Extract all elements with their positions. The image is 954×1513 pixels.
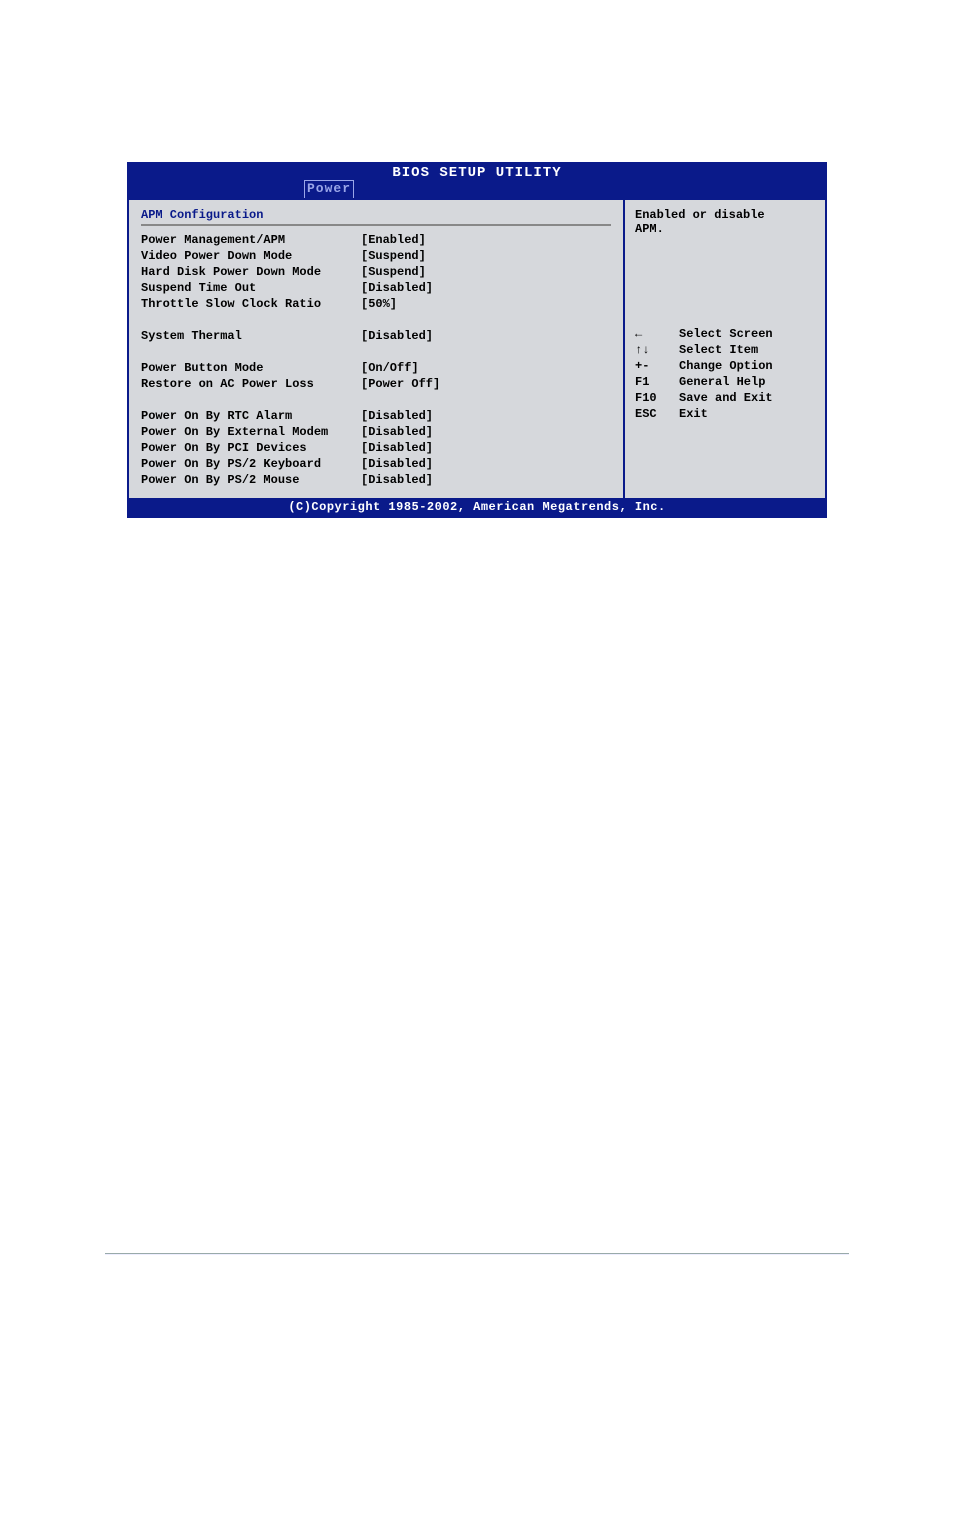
setting-label: Restore on AC Power Loss [141, 376, 361, 392]
setting-label: Power On By External Modem [141, 424, 361, 440]
setting-row[interactable]: Power On By RTC Alarm [Disabled] [141, 408, 611, 424]
bios-body: APM Configuration Power Management/APM [… [129, 198, 825, 498]
nav-row: ← Select Screen [635, 326, 815, 342]
nav-key: F1 [635, 374, 679, 390]
nav-desc: Change Option [679, 358, 773, 374]
setting-row[interactable]: Power On By PS/2 Keyboard [Disabled] [141, 456, 611, 472]
nav-row: F10 Save and Exit [635, 390, 815, 406]
help-text: Enabled or disable APM. [635, 208, 815, 236]
arrow-updown-icon: ↑↓ [635, 342, 679, 358]
setting-row[interactable]: Power On By PS/2 Mouse [Disabled] [141, 472, 611, 488]
setting-label: Hard Disk Power Down Mode [141, 264, 361, 280]
setting-row[interactable]: Suspend Time Out [Disabled] [141, 280, 611, 296]
tab-power[interactable]: Power [304, 180, 354, 198]
nav-desc: Save and Exit [679, 390, 773, 406]
setting-value[interactable]: [50%] [361, 296, 397, 312]
nav-row: ESC Exit [635, 406, 815, 422]
help-panel: Enabled or disable APM. ← Select Screen … [625, 200, 825, 498]
help-line: Enabled or disable [635, 208, 815, 222]
settings-panel: APM Configuration Power Management/APM [… [129, 200, 625, 498]
setting-row[interactable]: Throttle Slow Clock Ratio [50%] [141, 296, 611, 312]
setting-value[interactable]: [Enabled] [361, 232, 426, 248]
section-header: APM Configuration [141, 208, 611, 226]
setting-label: Power On By RTC Alarm [141, 408, 361, 424]
nav-row: ↑↓ Select Item [635, 342, 815, 358]
setting-value[interactable]: [Disabled] [361, 456, 433, 472]
setting-value[interactable]: [Disabled] [361, 472, 433, 488]
setting-row[interactable]: Power Button Mode [On/Off] [141, 360, 611, 376]
nav-key: F10 [635, 390, 679, 406]
bios-title: BIOS SETUP UTILITY [392, 165, 561, 181]
nav-desc: Select Screen [679, 326, 773, 342]
setting-value[interactable]: [Power Off] [361, 376, 440, 392]
setting-label: Power On By PS/2 Keyboard [141, 456, 361, 472]
nav-desc: General Help [679, 374, 765, 390]
group-gap [141, 392, 611, 408]
setting-value[interactable]: [Disabled] [361, 280, 433, 296]
arrow-left-icon: ← [635, 326, 679, 342]
setting-label: Throttle Slow Clock Ratio [141, 296, 361, 312]
group-gap [141, 344, 611, 360]
setting-row[interactable]: Video Power Down Mode [Suspend] [141, 248, 611, 264]
copyright-footer: (C)Copyright 1985-2002, American Megatre… [129, 498, 825, 516]
setting-row[interactable]: Power On By External Modem [Disabled] [141, 424, 611, 440]
title-bar: BIOS SETUP UTILITY Power [129, 164, 825, 198]
setting-label: Suspend Time Out [141, 280, 361, 296]
group-gap [141, 312, 611, 328]
setting-row[interactable]: Power On By PCI Devices [Disabled] [141, 440, 611, 456]
setting-value[interactable]: [Disabled] [361, 424, 433, 440]
setting-row[interactable]: System Thermal [Disabled] [141, 328, 611, 344]
setting-value[interactable]: [On/Off] [361, 360, 419, 376]
bios-outer-frame: BIOS SETUP UTILITY Power APM Configurati… [127, 162, 827, 518]
setting-label: Power On By PCI Devices [141, 440, 361, 456]
nav-row: F1 General Help [635, 374, 815, 390]
nav-row: +- Change Option [635, 358, 815, 374]
setting-label: System Thermal [141, 328, 361, 344]
bios-window: BIOS SETUP UTILITY Power APM Configurati… [127, 162, 827, 518]
setting-label: Power Button Mode [141, 360, 361, 376]
nav-desc: Select Item [679, 342, 758, 358]
page-divider [105, 1253, 849, 1255]
setting-value[interactable]: [Suspend] [361, 248, 426, 264]
setting-label: Video Power Down Mode [141, 248, 361, 264]
nav-desc: Exit [679, 406, 708, 422]
nav-key: +- [635, 358, 679, 374]
setting-value[interactable]: [Disabled] [361, 408, 433, 424]
setting-value[interactable]: [Disabled] [361, 328, 433, 344]
setting-value[interactable]: [Disabled] [361, 440, 433, 456]
setting-label: Power On By PS/2 Mouse [141, 472, 361, 488]
setting-row[interactable]: Hard Disk Power Down Mode [Suspend] [141, 264, 611, 280]
setting-row[interactable]: Power Management/APM [Enabled] [141, 232, 611, 248]
setting-value[interactable]: [Suspend] [361, 264, 426, 280]
setting-row[interactable]: Restore on AC Power Loss [Power Off] [141, 376, 611, 392]
nav-key: ESC [635, 406, 679, 422]
setting-label: Power Management/APM [141, 232, 361, 248]
help-line: APM. [635, 222, 815, 236]
